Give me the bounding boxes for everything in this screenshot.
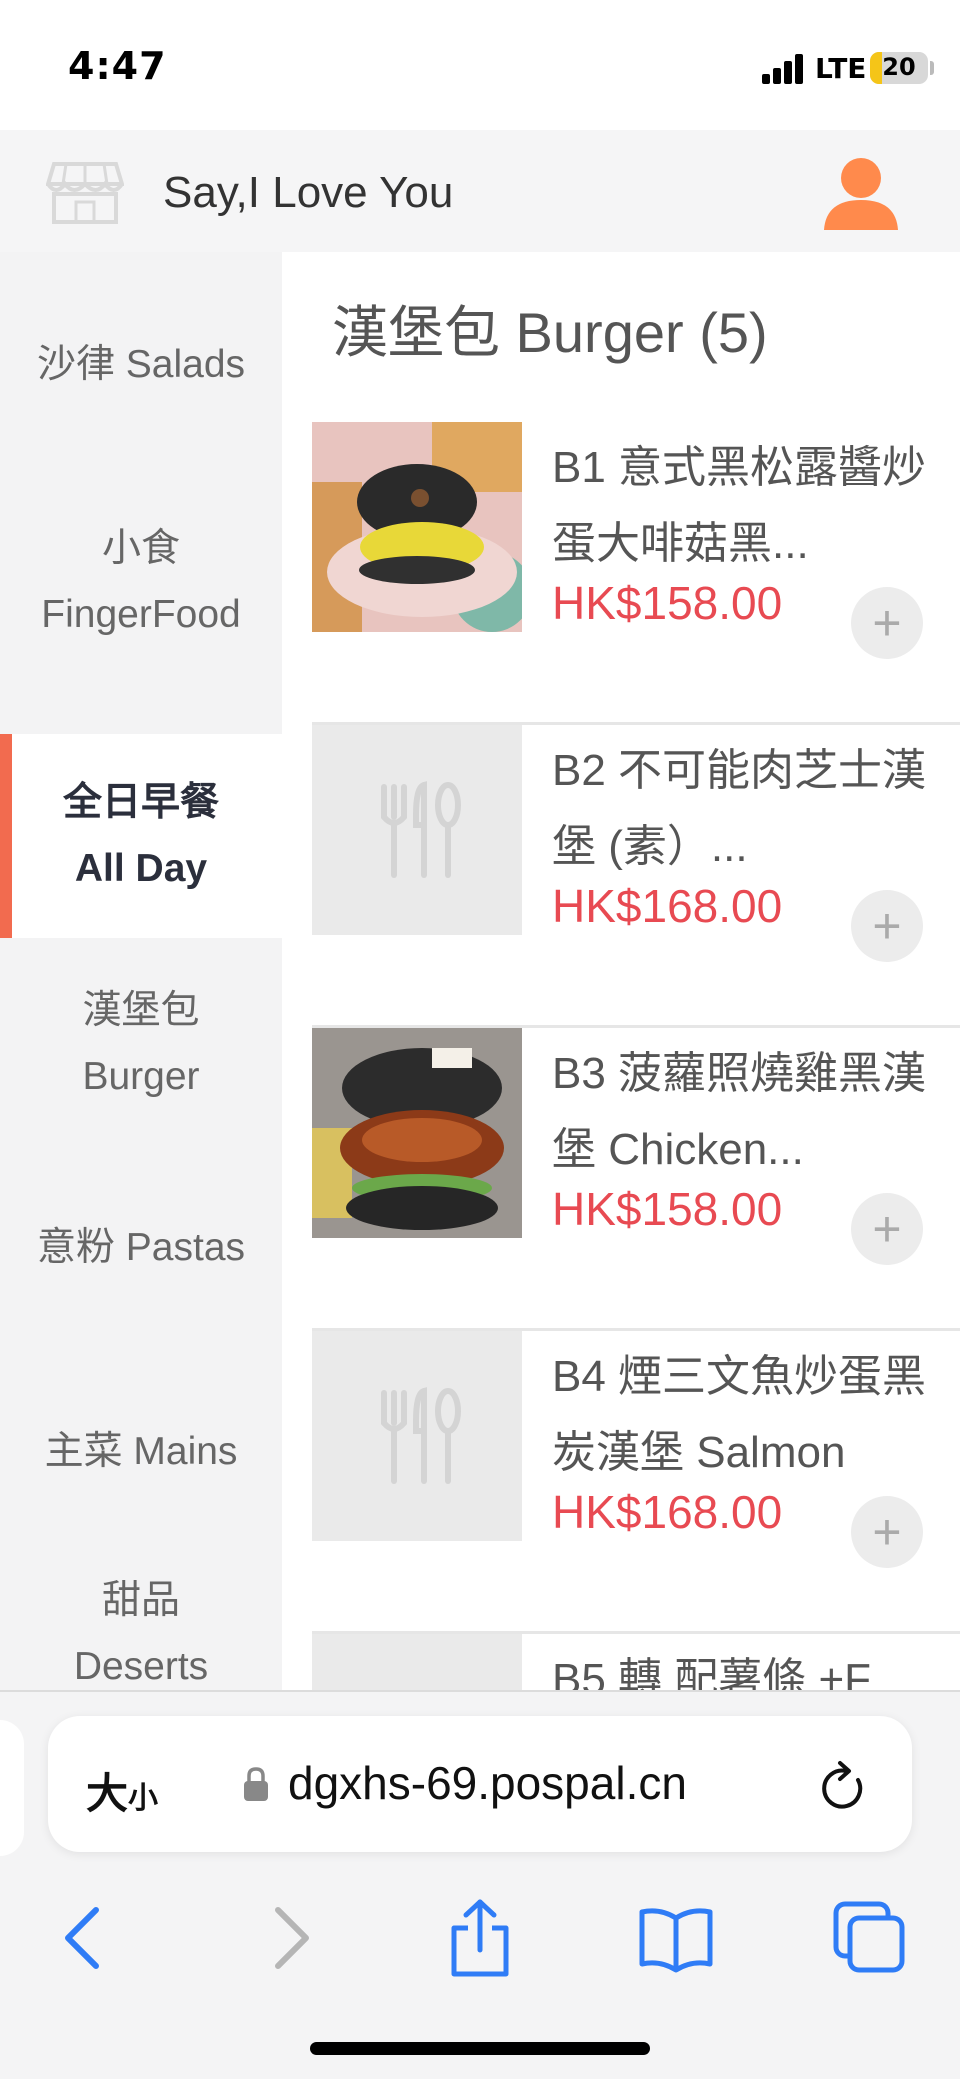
sidebar-item-label: FingerFood [41, 593, 241, 636]
text-size-button[interactable]: 大小 [86, 1760, 158, 1821]
cellular-signal-icon [762, 52, 808, 84]
sidebar-item-label: 沙律 Salads [36, 343, 246, 386]
product-list: 漢堡包 Burger (5) B1 意式黑松露醬炒蛋大啡菇黑... HK$158… [282, 252, 960, 1690]
sidebar-item-label: Deserts [73, 1645, 209, 1688]
sidebar-item-salads[interactable]: 沙律 Salads [0, 252, 282, 478]
cutlery-icon [381, 781, 461, 878]
sidebar-item-pastas[interactable]: 意粉 Pastas [0, 1146, 282, 1350]
product-price: HK$158.00 [552, 1183, 783, 1235]
product-name: B3 菠蘿照燒雞黑漢堡 Chicken... [552, 1049, 927, 1174]
sidebar-item-label: 意粉 Pastas [36, 1226, 246, 1269]
product-item[interactable]: B4 煙三文魚炒蛋黑炭漢堡 Salmon HK$168.00 + [312, 1331, 960, 1634]
sidebar-item-fingerfood[interactable]: 小食 FingerFood [0, 478, 282, 686]
product-image-placeholder[interactable] [312, 1634, 522, 1690]
sidebar-item-label: 甜品 [101, 1579, 180, 1622]
text-size-large-label: 大 [86, 1770, 129, 1817]
app-header: Say,I Love You [0, 130, 960, 252]
product-image[interactable] [312, 1028, 522, 1238]
product-name: B1 意式黑松露醬炒蛋大啡菇黑... [552, 443, 927, 568]
text-size-small-label: 小 [128, 1782, 159, 1815]
product-item[interactable]: B2 不可能肉芝士漢堡 (素）... HK$168.00 + [312, 725, 960, 1028]
sidebar-item-burger[interactable]: 漢堡包 Burger [0, 942, 282, 1146]
sidebar-item-mains[interactable]: 主菜 Mains [0, 1350, 282, 1554]
add-to-cart-button[interactable]: + [851, 1496, 923, 1568]
bookmarks-icon[interactable] [636, 1898, 716, 1978]
section-title: 漢堡包 Burger (5) [332, 301, 768, 364]
sidebar-item-deserts[interactable]: 甜品 Deserts [0, 1562, 282, 1690]
product-name: B4 煙三文魚炒蛋黑炭漢堡 Salmon [552, 1352, 927, 1477]
sidebar-item-label: 主菜 Mains [44, 1430, 238, 1473]
store-icon[interactable] [45, 160, 125, 226]
add-to-cart-button[interactable]: + [851, 1193, 923, 1265]
browser-toolbar: 大小 dgxhs-69.pospal.cn [0, 1690, 960, 2079]
sidebar-item-label: 漢堡包 [82, 989, 200, 1032]
product-item[interactable]: B1 意式黑松露醬炒蛋大啡菇黑... HK$158.00 + [312, 422, 960, 725]
battery-percent: 20 [882, 53, 916, 81]
previous-tab-peek[interactable] [0, 1720, 24, 1856]
battery-nub [930, 61, 934, 75]
battery-icon: 20 [870, 52, 928, 84]
lock-icon [243, 1766, 269, 1802]
product-name: B2 不可能肉芝士漢堡 (素）... [552, 746, 927, 871]
product-item[interactable]: B3 菠蘿照燒雞黑漢堡 Chicken... HK$158.00 + [312, 1028, 960, 1331]
product-price: HK$168.00 [552, 1486, 783, 1538]
status-bar: 4:47 LTE 20 [0, 0, 960, 130]
add-to-cart-button[interactable]: + [851, 890, 923, 962]
cutlery-icon [381, 1387, 461, 1484]
shop-name: Say,I Love You [163, 168, 454, 217]
sidebar-item-label: Burger [82, 1055, 200, 1098]
user-icon[interactable] [822, 154, 900, 232]
product-item[interactable]: B5 轉 配薯條 +F [312, 1634, 960, 1690]
home-indicator[interactable] [310, 2042, 650, 2055]
sidebar-item-all-day[interactable]: 全日早餐 All Day [0, 734, 282, 938]
product-image-placeholder[interactable] [312, 725, 522, 935]
product-image-placeholder[interactable] [312, 1331, 522, 1541]
url-text[interactable]: dgxhs-69.pospal.cn [288, 1756, 687, 1810]
status-time: 4:47 [68, 44, 167, 88]
product-price: HK$158.00 [552, 577, 783, 629]
product-image[interactable] [312, 422, 522, 632]
reload-icon[interactable] [818, 1758, 870, 1814]
sidebar-item-label: 全日早餐 [62, 781, 219, 824]
product-price: HK$168.00 [552, 880, 783, 932]
forward-icon[interactable] [248, 1898, 328, 1978]
address-bar[interactable]: 大小 dgxhs-69.pospal.cn [48, 1716, 912, 1852]
back-icon[interactable] [46, 1898, 126, 1978]
product-name: B5 轉 配薯條 +F [552, 1655, 872, 1690]
network-type: LTE [815, 52, 867, 85]
category-sidebar: 沙律 Salads 小食 FingerFood 全日早餐 All Day 漢堡包… [0, 252, 282, 1690]
sidebar-item-label: 小食 [101, 527, 180, 570]
add-to-cart-button[interactable]: + [851, 587, 923, 659]
tabs-icon[interactable] [830, 1898, 910, 1978]
sidebar-item-label: All Day [74, 847, 208, 890]
share-icon[interactable] [440, 1898, 520, 1978]
